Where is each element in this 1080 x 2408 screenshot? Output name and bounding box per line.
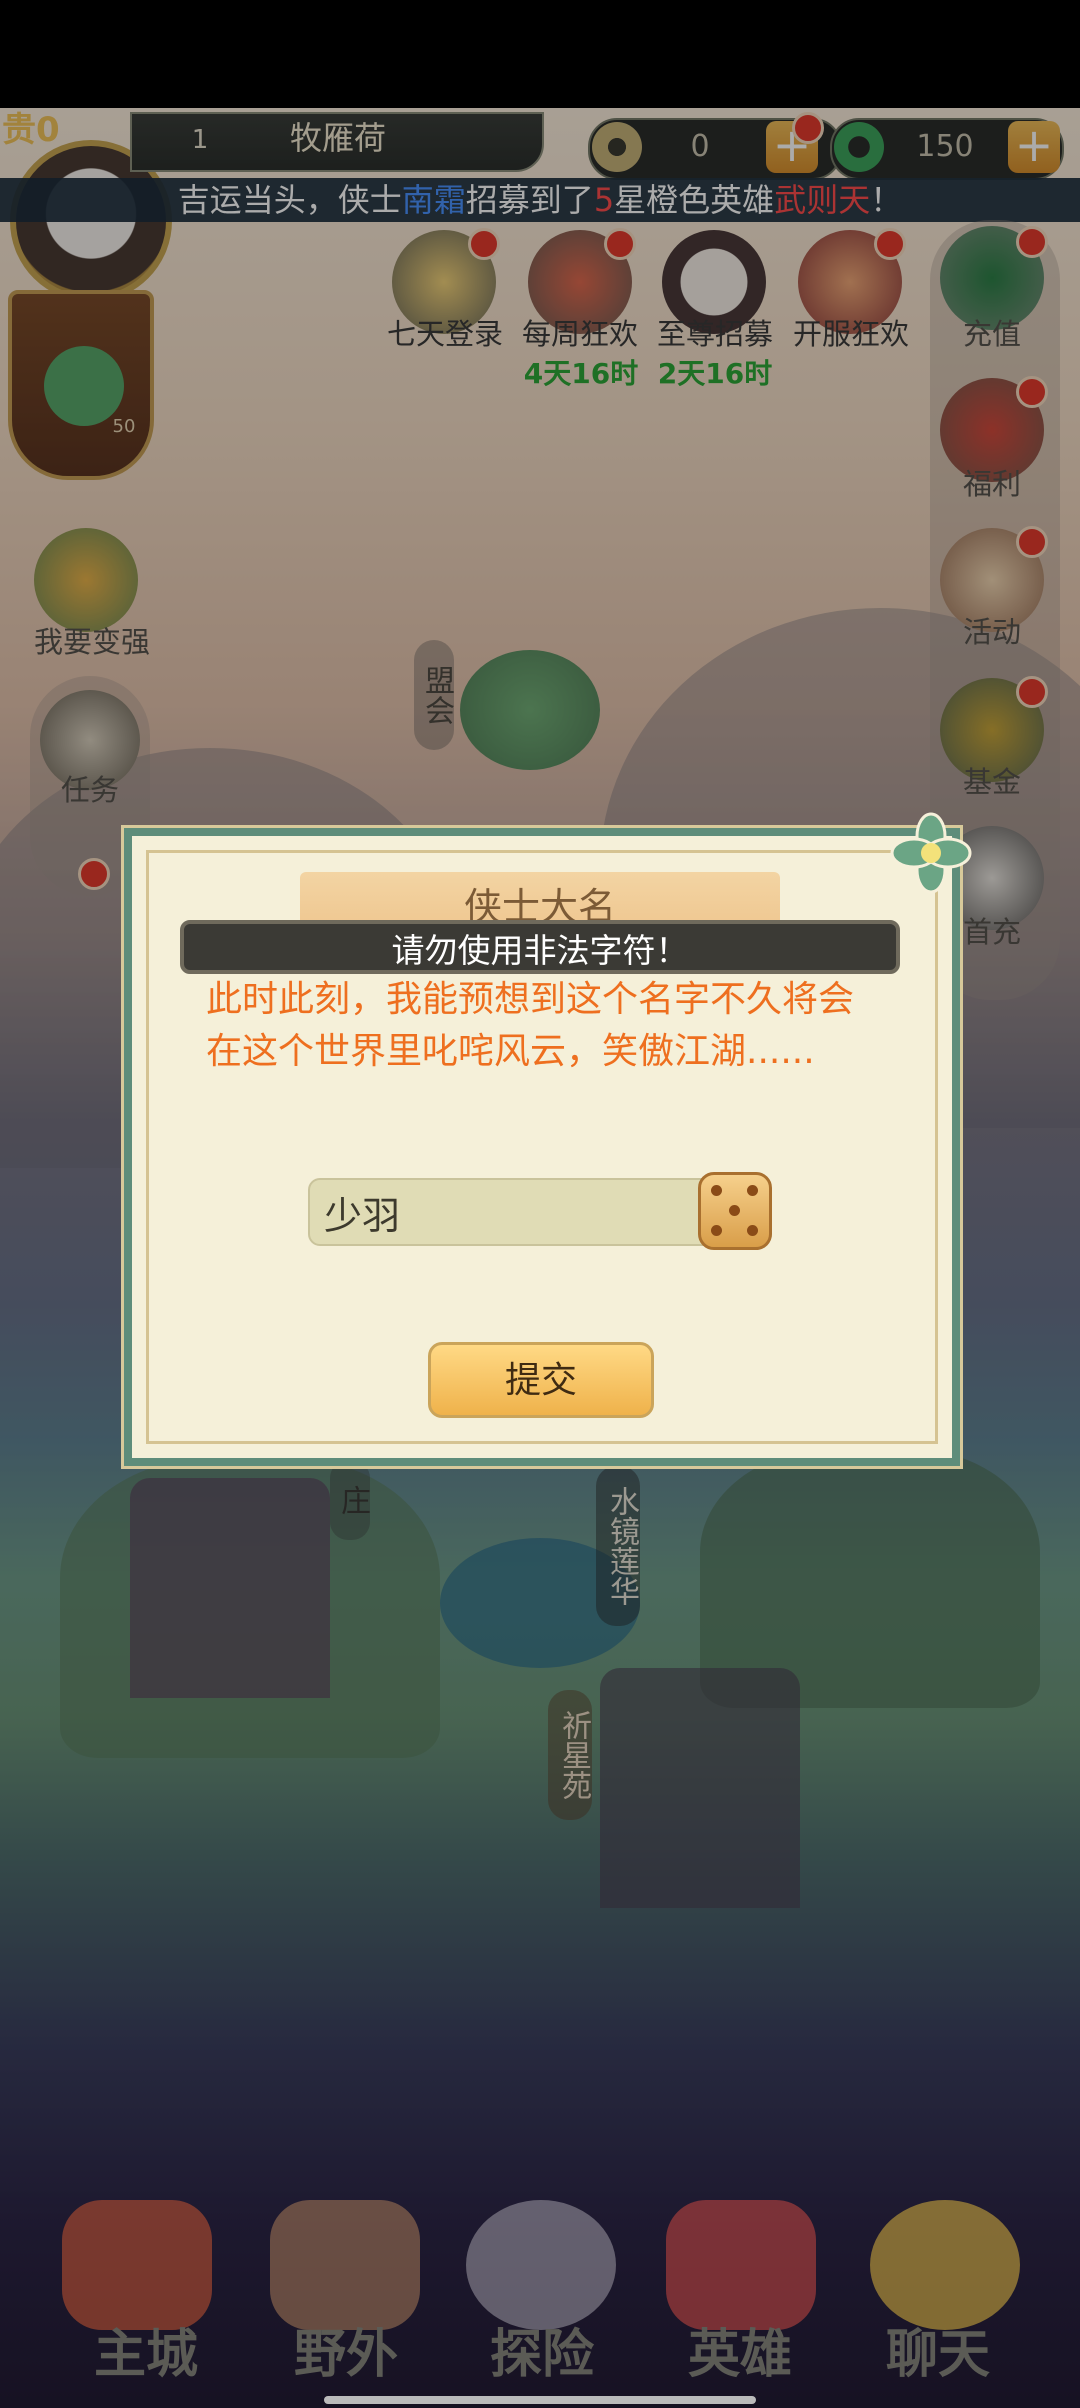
main-city-icon [62,2200,212,2330]
submit-button[interactable]: 提交 [428,1342,654,1418]
random-name-dice-icon[interactable] [698,1172,772,1250]
status-bar [0,0,1080,108]
nav-main-city[interactable]: 主城 [56,2320,236,2390]
nav-chat[interactable]: 聊天 [848,2320,1028,2390]
chat-face-icon [870,2200,1020,2330]
hero-mask-icon [666,2200,816,2330]
dialog-text-line-1: 此时此刻，我能预想到这个名字不久将会 [206,979,855,1020]
dialog-text-line-2: 在这个世界里叱咤风云，笑傲江湖...... [206,1031,815,1072]
home-indicator[interactable] [324,2396,756,2404]
wilderness-icon [270,2200,420,2330]
error-toast: 请勿使用非法字符！ [180,920,900,974]
nav-heroes[interactable]: 英雄 [650,2320,830,2390]
nav-wilderness[interactable]: 野外 [256,2320,436,2390]
nav-adventure[interactable]: 探险 [452,2320,632,2390]
close-icon[interactable] [886,808,976,898]
crossed-swords-icon [466,2200,616,2330]
